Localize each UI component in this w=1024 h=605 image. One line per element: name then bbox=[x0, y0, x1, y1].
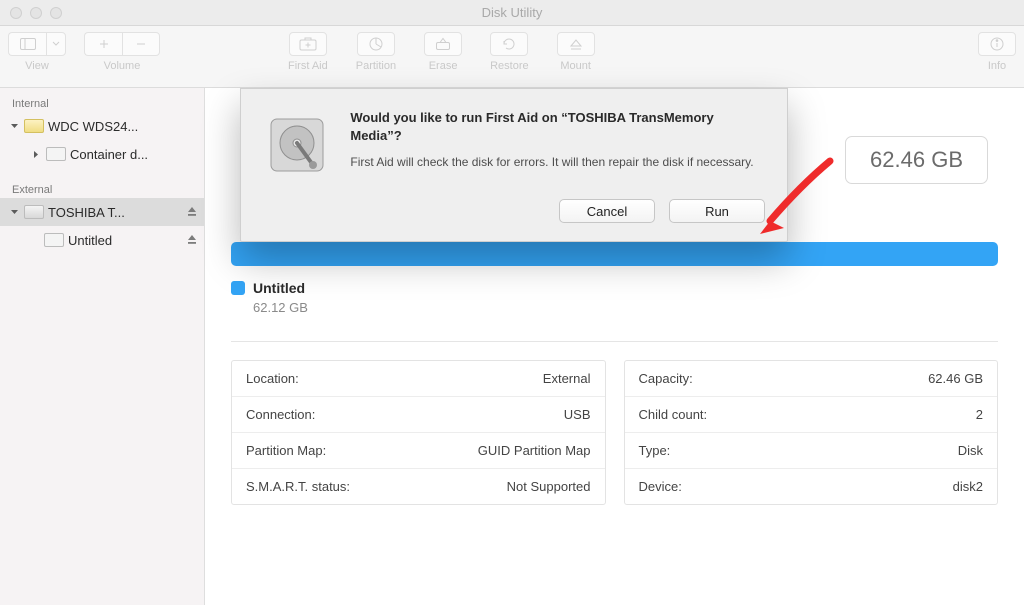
detail-row: Device: disk2 bbox=[625, 469, 998, 504]
detail-value: 62.46 GB bbox=[928, 371, 983, 386]
detail-value: Disk bbox=[958, 443, 983, 458]
dialog-body-text: First Aid will check the disk for errors… bbox=[350, 154, 765, 171]
detail-row: Connection: USB bbox=[232, 397, 605, 433]
sidebar-heading-external: External bbox=[0, 178, 204, 198]
view-segmented bbox=[8, 32, 66, 56]
detail-value: Not Supported bbox=[507, 479, 591, 494]
details-col-left: Location: External Connection: USB Partiti… bbox=[231, 360, 606, 505]
legend-row: Untitled bbox=[231, 280, 998, 296]
detail-row: Child count: 2 bbox=[625, 397, 998, 433]
legend-name: Untitled bbox=[253, 280, 305, 296]
internal-disk-icon bbox=[24, 119, 44, 133]
run-button[interactable]: Run bbox=[669, 199, 765, 223]
detail-value: GUID Partition Map bbox=[478, 443, 591, 458]
sidebar-item-label: WDC WDS24... bbox=[48, 119, 198, 134]
restore-label: Restore bbox=[490, 60, 529, 72]
volume-icon bbox=[44, 233, 64, 247]
detail-label: Type: bbox=[639, 443, 671, 458]
detail-value: disk2 bbox=[953, 479, 983, 494]
usage-bar bbox=[231, 242, 998, 266]
dialog-heading: Would you like to run First Aid on “TOSH… bbox=[350, 109, 765, 144]
detail-value: USB bbox=[564, 407, 591, 422]
legend-swatch bbox=[231, 281, 245, 295]
detail-label: S.M.A.R.T. status: bbox=[246, 479, 350, 494]
first-aid-dialog: Would you like to run First Aid on “TOSH… bbox=[240, 88, 788, 242]
detail-label: Partition Map: bbox=[246, 443, 326, 458]
detail-row: Capacity: 62.46 GB bbox=[625, 361, 998, 397]
sidebar-item-label: Container d... bbox=[70, 147, 198, 162]
sidebar-disk-internal[interactable]: WDC WDS24... bbox=[0, 112, 204, 140]
view-label: View bbox=[25, 60, 49, 72]
volume-label: Volume bbox=[104, 60, 141, 72]
cancel-button[interactable]: Cancel bbox=[559, 199, 655, 223]
first-aid-label: First Aid bbox=[288, 60, 328, 72]
volume-remove-button[interactable] bbox=[122, 32, 160, 56]
disclosure-down-icon[interactable] bbox=[8, 120, 20, 132]
partition-label: Partition bbox=[356, 60, 396, 72]
first-aid-button[interactable] bbox=[289, 32, 327, 56]
window-title: Disk Utility bbox=[0, 5, 1024, 20]
container-icon bbox=[46, 147, 66, 161]
total-size-box: 62.46 GB bbox=[845, 136, 988, 184]
eject-icon[interactable] bbox=[186, 205, 198, 220]
eject-icon[interactable] bbox=[186, 233, 198, 248]
title-bar: Disk Utility bbox=[0, 0, 1024, 26]
restore-button[interactable] bbox=[490, 32, 528, 56]
detail-value: External bbox=[543, 371, 591, 386]
sidebar-item-label: TOSHIBA T... bbox=[48, 205, 182, 220]
erase-button[interactable] bbox=[424, 32, 462, 56]
external-disk-icon bbox=[24, 205, 44, 219]
sidebar: Internal WDC WDS24... Container d... Ext… bbox=[0, 88, 205, 605]
mount-button[interactable] bbox=[557, 32, 595, 56]
info-button[interactable] bbox=[978, 32, 1016, 56]
sidebar-container-internal[interactable]: Container d... bbox=[0, 140, 204, 168]
volume-segmented bbox=[84, 32, 160, 56]
view-menu-button[interactable] bbox=[46, 32, 66, 56]
detail-label: Device: bbox=[639, 479, 682, 494]
volume-add-button[interactable] bbox=[84, 32, 122, 56]
detail-row: Location: External bbox=[232, 361, 605, 397]
disclosure-right-icon[interactable] bbox=[30, 148, 42, 160]
mount-label: Mount bbox=[560, 60, 591, 72]
details-col-right: Capacity: 62.46 GB Child count: 2 Type: Dis… bbox=[624, 360, 999, 505]
toolbar: View Volume First Aid Partition bbox=[0, 26, 1024, 88]
view-sidebar-button[interactable] bbox=[8, 32, 46, 56]
sidebar-disk-external[interactable]: TOSHIBA T... bbox=[0, 198, 204, 226]
partition-button[interactable] bbox=[357, 32, 395, 56]
sidebar-volume-external[interactable]: Untitled bbox=[0, 226, 204, 254]
erase-label: Erase bbox=[429, 60, 458, 72]
detail-label: Capacity: bbox=[639, 371, 693, 386]
detail-label: Child count: bbox=[639, 407, 708, 422]
info-label: Info bbox=[988, 60, 1006, 72]
detail-label: Connection: bbox=[246, 407, 315, 422]
detail-row: Partition Map: GUID Partition Map bbox=[232, 433, 605, 469]
sidebar-item-label: Untitled bbox=[68, 233, 182, 248]
detail-label: Location: bbox=[246, 371, 299, 386]
hard-drive-icon bbox=[261, 109, 332, 181]
legend-size: 62.12 GB bbox=[253, 300, 998, 315]
disclosure-down-icon[interactable] bbox=[8, 206, 20, 218]
detail-value: 2 bbox=[976, 407, 983, 422]
divider bbox=[231, 341, 998, 342]
sidebar-heading-internal: Internal bbox=[0, 92, 204, 112]
detail-row: S.M.A.R.T. status: Not Supported bbox=[232, 469, 605, 504]
detail-row: Type: Disk bbox=[625, 433, 998, 469]
details-table: Location: External Connection: USB Partiti… bbox=[231, 360, 998, 505]
